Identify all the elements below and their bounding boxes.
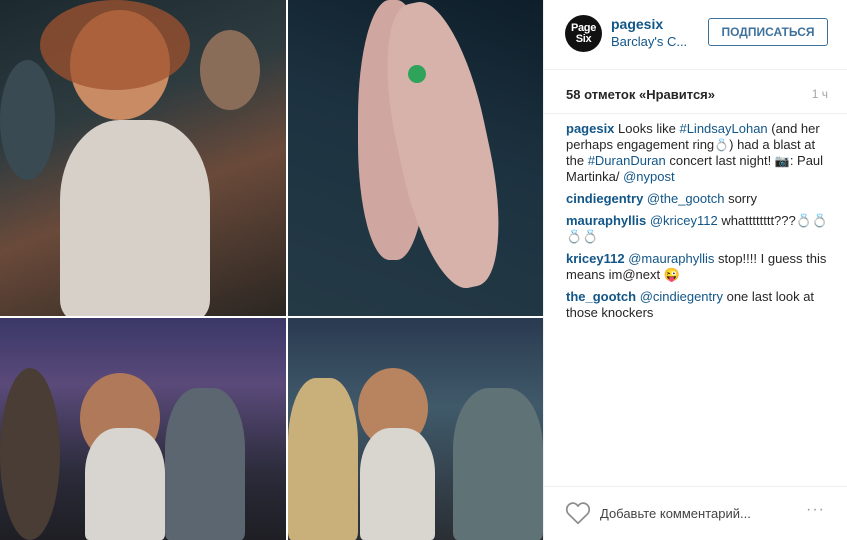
author-username[interactable]: pagesix [611,16,663,32]
comments-list: pagesix Looks like #LindsayLohan (and he… [566,121,836,327]
likes-count[interactable]: 58 отметок «Нравится» [566,87,715,102]
comment-item: kricey112 @mauraphyllis stop!!!! I guess… [566,251,836,283]
post-footer: ··· [544,486,847,540]
camera-emoji: 📷 [774,154,790,168]
mention-link[interactable]: @cindiegentry [640,289,723,304]
ring-emoji: 💍 [714,138,730,152]
post-photo[interactable] [0,0,543,540]
caption: pagesix Looks like #LindsayLohan (and he… [566,121,836,185]
post-side-panel: Page Six pagesix Barclay's C... ПОДПИСАТ… [543,0,847,540]
comment-username[interactable]: kricey112 [566,251,625,266]
add-comment-input[interactable] [600,503,800,523]
likes-row: 58 отметок «Нравится» 1 ч [544,70,847,114]
hashtag-link[interactable]: #LindsayLohan [679,121,767,136]
mention-link[interactable]: @the_gootch [647,191,725,206]
comment-username[interactable]: cindiegentry [566,191,643,206]
photo-panel-top-right [288,0,543,316]
photo-divider-horizontal [0,316,543,318]
heart-icon[interactable] [565,501,591,525]
comment-item: the_gootch @cindiegentry one last look a… [566,289,836,321]
caption-text: concert last night! [665,153,775,168]
post-header: Page Six pagesix Barclay's C... ПОДПИСАТ… [544,0,847,70]
avatar[interactable]: Page Six [565,15,602,52]
caption-username[interactable]: pagesix [566,121,614,136]
comment-username[interactable]: mauraphyllis [566,213,646,228]
mention-link[interactable]: @mauraphyllis [628,251,714,266]
follow-button[interactable]: ПОДПИСАТЬСЯ [708,18,828,46]
photo-divider-vertical [286,0,288,540]
mention-link[interactable]: @kricey112 [650,213,718,228]
post-location[interactable]: Barclay's C... [611,34,691,49]
comment-username[interactable]: the_gootch [566,289,636,304]
comment-text: sorry [724,191,757,206]
caption-text: Looks like [614,121,680,136]
photo-panel-bottom-right [288,318,543,540]
mention-link[interactable]: @nypost [623,169,675,184]
photo-panel-top-left [0,0,286,316]
post-time[interactable]: 1 ч [812,87,828,101]
comment-item: cindiegentry @the_gootch sorry [566,191,836,207]
more-options-icon[interactable]: ··· [806,501,830,521]
photo-panel-bottom-left [0,318,286,540]
comment-item: mauraphyllis @kricey112 whatttttttt???💍💍… [566,213,836,245]
hashtag-link[interactable]: #DuranDuran [588,153,666,168]
